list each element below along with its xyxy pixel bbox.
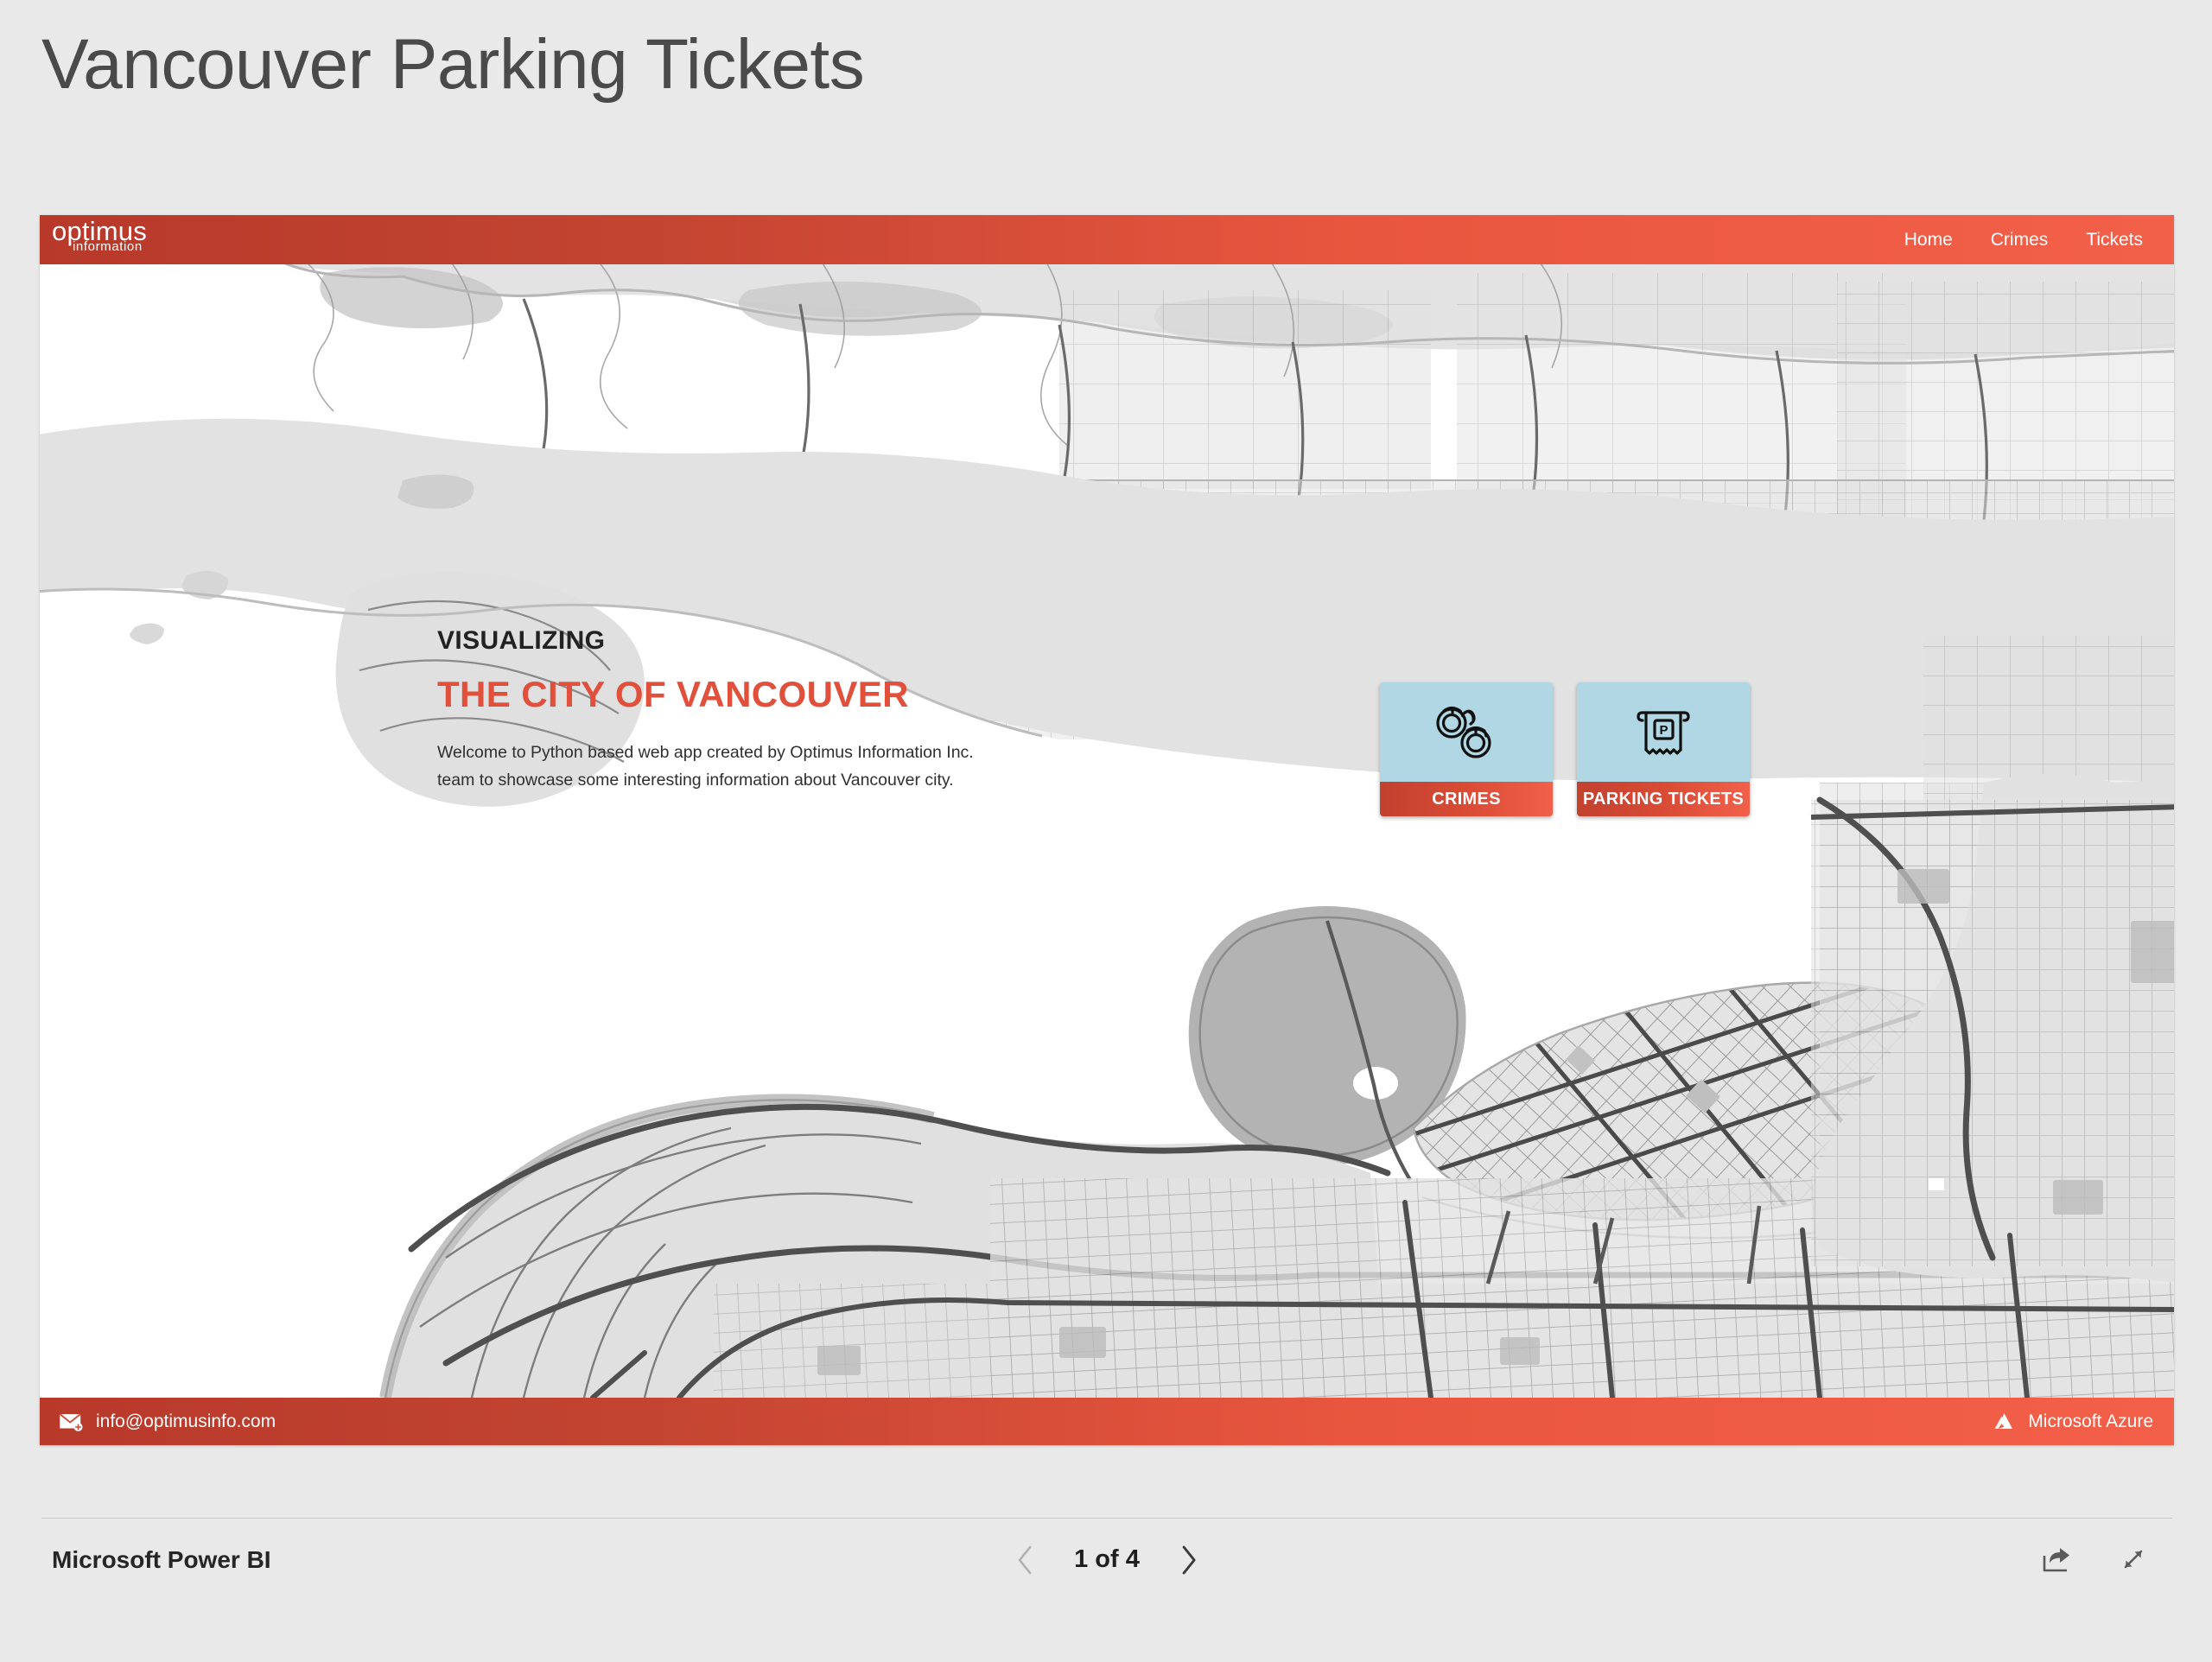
nav-item-tickets[interactable]: Tickets [2072, 222, 2157, 258]
footer-azure-text: Microsoft Azure [2028, 1411, 2153, 1431]
hero-body-text: Welcome to Python based web app created … [437, 742, 974, 790]
next-page-button[interactable] [1169, 1541, 1207, 1579]
footer-azure[interactable]: Microsoft Azure [1993, 1411, 2153, 1432]
handcuffs-icon [1436, 706, 1491, 758]
tile-crimes-icon-area [1380, 682, 1553, 782]
app-nav: Home Crimes Tickets [1891, 215, 2157, 264]
parking-ticket-icon: P [1637, 710, 1690, 755]
chevron-right-icon [1182, 1545, 1196, 1574]
tile-parking-tickets-label: PARKING TICKETS [1577, 782, 1750, 816]
share-icon [2043, 1547, 2069, 1571]
optimus-logo[interactable]: optimus information [52, 217, 147, 255]
nav-item-home[interactable]: Home [1891, 222, 1967, 258]
fullscreen-button[interactable] [2113, 1540, 2153, 1580]
powerbi-brand: Microsoft Power BI [52, 1545, 271, 1573]
page-title: Vancouver Parking Tickets [41, 25, 865, 104]
map-svg [40, 264, 2174, 1398]
footer-email-text: info@optimusinfo.com [96, 1411, 276, 1431]
powerbi-pager: 1 of 4 [1007, 1541, 1207, 1579]
envelope-icon [59, 1412, 83, 1431]
fullscreen-icon [2124, 1550, 2143, 1568]
previous-page-button[interactable] [1007, 1541, 1045, 1579]
powerbi-actions [2037, 1540, 2153, 1580]
nav-tiles: CRIMES P PARKING TICKETS [1380, 682, 1750, 816]
hero-text-block: VISUALIZING THE CITY OF VANCOUVER Welcom… [437, 625, 990, 795]
tile-crimes[interactable]: CRIMES [1380, 682, 1553, 816]
tile-crimes-label: CRIMES [1380, 782, 1553, 816]
tile-parking-tickets[interactable]: P PARKING TICKETS [1577, 682, 1750, 816]
hero-eyebrow: VISUALIZING [437, 626, 606, 655]
powerbi-footer-bar: Microsoft Power BI 1 of 4 [41, 1518, 2172, 1601]
chevron-left-icon [1018, 1545, 1032, 1574]
brand-secondary-text: information [73, 239, 143, 255]
hero-headline: THE CITY OF VANCOUVER [437, 673, 909, 714]
app-footer: info@optimusinfo.com Microsoft Azure [40, 1398, 2174, 1445]
vancouver-map[interactable] [40, 264, 2174, 1398]
tile-parking-tickets-icon-area: P [1577, 682, 1750, 782]
footer-email[interactable]: info@optimusinfo.com [59, 1411, 276, 1432]
app-header: optimus information Home Crimes Tickets [40, 215, 2174, 264]
share-button[interactable] [2037, 1540, 2077, 1580]
svg-text:P: P [1659, 723, 1668, 738]
azure-logo-icon [1994, 1412, 2013, 1429]
page-indicator: 1 of 4 [1074, 1545, 1140, 1573]
powerbi-report-embed: optimus information Home Crimes Tickets … [40, 215, 2174, 1445]
nav-item-crimes[interactable]: Crimes [1977, 222, 2063, 258]
